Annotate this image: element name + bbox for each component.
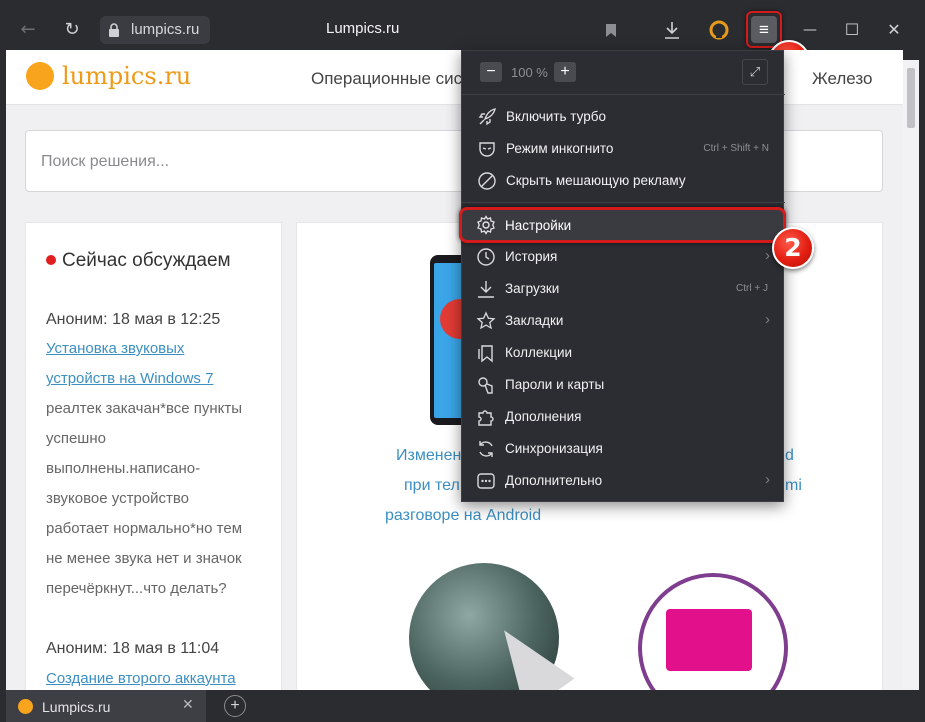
menu-item-shortcut: Ctrl + J [736, 283, 768, 294]
menu-divider [462, 202, 785, 203]
laptop-screen-icon [666, 609, 752, 671]
chevron-right-icon: › [765, 311, 770, 328]
back-arrow-icon[interactable]: ← [14, 16, 42, 44]
comment-author: Аноним: 18 мая в 11:04 [46, 640, 220, 657]
menu-item-label: Загрузки [505, 281, 560, 296]
live-dot-icon [46, 255, 56, 265]
collections-icon [478, 345, 493, 363]
more-dots-icon [477, 473, 495, 489]
menu-item-label: Синхронизация [505, 441, 603, 456]
comment-text: успешно [46, 430, 106, 447]
menu-item-passwords[interactable]: Пароли и карты [461, 369, 784, 401]
article-link[interactable]: разговоре на Android [385, 507, 541, 525]
download-icon[interactable] [663, 20, 681, 40]
page-title: Lumpics.ru [326, 20, 400, 37]
scroll-thumb[interactable] [907, 68, 915, 128]
lock-icon [109, 23, 119, 37]
menu-item-sync[interactable]: Синхронизация [461, 433, 784, 465]
nav-hardware[interactable]: Железо [812, 69, 872, 89]
chevron-right-icon: › [765, 247, 770, 264]
article-link[interactable]: Изменен [396, 447, 461, 465]
menu-item-label: История [505, 249, 558, 264]
discussion-sidebar: Сейчас обсуждаем Аноним: 18 мая в 12:25 … [25, 222, 282, 692]
sync-icon [479, 441, 493, 457]
tab-lumpics[interactable]: Lumpics.ru ✕ [6, 690, 206, 722]
menu-item-block-ads[interactable]: Скрыть мешающую рекламу [462, 165, 785, 197]
comment-link[interactable]: Создание второго аккаунта [46, 664, 236, 691]
menu-item-label: Включить турбо [506, 109, 606, 124]
comment-link[interactable]: устройств на Windows 7 [46, 364, 213, 394]
bookmark-icon[interactable] [605, 23, 617, 38]
comment-text: реалтек закачан*все пункты [46, 400, 243, 417]
fullscreen-icon[interactable]: ⤢ [742, 59, 768, 85]
tab-strip: Lumpics.ru ✕ + [0, 690, 925, 722]
close-icon[interactable]: ✕ [880, 16, 908, 44]
block-icon [478, 172, 496, 190]
menu-item-label: Настройки [505, 218, 572, 233]
menu-item-label: Пароли и карты [505, 377, 605, 392]
site-logo[interactable]: lumpics.ru [62, 62, 191, 90]
tab-title: Lumpics.ru [42, 699, 111, 715]
comment-author: Аноним: 18 мая в 12:25 [46, 311, 221, 328]
gear-icon [477, 215, 495, 235]
logo-orange-icon[interactable] [26, 62, 54, 90]
new-tab-button[interactable]: + [224, 695, 246, 717]
address-bar[interactable]: lumpics.ru [100, 16, 210, 44]
reload-icon[interactable]: ↻ [58, 16, 86, 44]
key-icon [478, 377, 493, 394]
tab-close-icon[interactable]: ✕ [182, 696, 194, 713]
nav-operating-systems[interactable]: Операционные сис [311, 69, 462, 89]
menu-item-label: Режим инкогнито [506, 141, 614, 156]
incognito-mask-icon [479, 142, 495, 157]
sidebar-title: Сейчас обсуждаем [46, 250, 231, 272]
menu-item-collections[interactable]: Коллекции [461, 337, 784, 369]
search-placeholder: Поиск решения... [41, 153, 170, 170]
sidebar-title-text: Сейчас обсуждаем [62, 250, 231, 271]
menu-item-extensions[interactable]: Дополнения [461, 401, 784, 433]
chevron-right-icon: › [765, 471, 770, 488]
menu-item-label: Дополнения [505, 409, 582, 424]
article-link[interactable]: при тел [404, 477, 460, 495]
article-link[interactable]: mi [785, 477, 802, 495]
star-icon [476, 311, 496, 330]
browser-menu-lower: История › Загрузки Ctrl + J Закладки › К… [461, 241, 784, 502]
comment-text: не менее звука нет и значок [46, 550, 242, 567]
favicon-icon [18, 699, 33, 714]
menu-item-downloads[interactable]: Загрузки Ctrl + J [461, 273, 784, 305]
zoom-in-button[interactable]: + [554, 62, 576, 82]
comment-text: выполнены.написано- [46, 460, 201, 477]
menu-item-shortcut: Ctrl + Shift + N [703, 143, 769, 154]
comment-text: работает нормально*но тем [46, 520, 243, 537]
puzzle-icon [478, 410, 494, 426]
rocket-icon [478, 108, 496, 126]
article-link[interactable]: d [785, 447, 794, 465]
menu-item-label: Скрыть мешающую рекламу [506, 173, 686, 188]
download-icon [478, 281, 494, 298]
protect-icon[interactable] [709, 20, 729, 40]
menu-item-label: Коллекции [505, 345, 573, 360]
menu-item-history[interactable]: История › [461, 241, 784, 273]
page-scrollbar[interactable] [903, 60, 919, 688]
menu-item-label: Дополнительно [505, 473, 603, 488]
menu-item-incognito[interactable]: Режим инкогнито Ctrl + Shift + N [462, 133, 785, 165]
zoom-out-button[interactable]: − [480, 62, 502, 82]
zoom-row: − 100 % + ⤢ [462, 51, 785, 95]
hamburger-icon[interactable]: ≡ [751, 16, 777, 43]
menu-item-bookmarks[interactable]: Закладки › [461, 305, 784, 337]
zoom-level: 100 % [511, 65, 548, 80]
comment-text: перечёркнут...что делать? [46, 580, 227, 597]
menu-item-turbo[interactable]: Включить турбо [462, 101, 785, 133]
comment-text: звуковое устройство [46, 490, 190, 507]
minimize-icon[interactable]: — [796, 16, 824, 44]
menu-item-more[interactable]: Дополнительно › [461, 465, 784, 497]
history-clock-icon [477, 248, 495, 266]
menu-item-label: Закладки [505, 313, 564, 328]
maximize-icon[interactable]: ☐ [838, 16, 866, 44]
menu-item-settings[interactable]: Настройки [459, 207, 786, 243]
comment-link[interactable]: Установка звуковых [46, 334, 184, 364]
address-text: lumpics.ru [131, 21, 200, 38]
